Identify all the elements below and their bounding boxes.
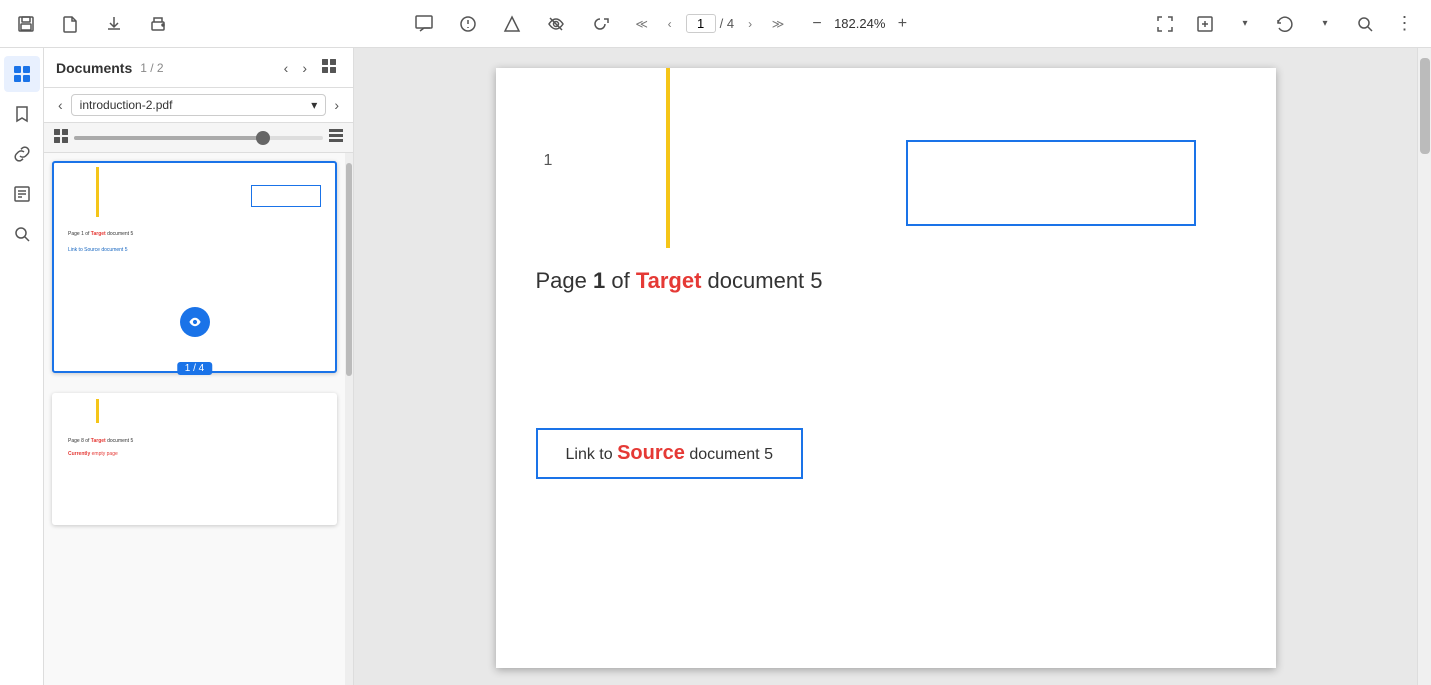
doc-dropdown-arrow: ▾ bbox=[311, 98, 317, 112]
panel-title: Documents bbox=[56, 60, 132, 76]
panel-nav-right[interactable]: › bbox=[298, 58, 311, 78]
thumbnail-item-1[interactable]: Page 1 of Target document 5 Link to Sour… bbox=[52, 161, 337, 373]
blue-border-box bbox=[906, 140, 1196, 226]
panel-header-right: ‹ › bbox=[280, 56, 341, 79]
panel-grid-btn[interactable] bbox=[317, 56, 341, 79]
thumbnail-frame-1: Page 1 of Target document 5 Link to Sour… bbox=[52, 161, 337, 373]
page-number-label: 1 bbox=[544, 152, 553, 170]
page-title: Page 1 of Target document 5 bbox=[536, 268, 823, 294]
panel-scrollbar-thumb bbox=[346, 163, 352, 376]
prev-page-button[interactable]: ‹ bbox=[658, 12, 682, 36]
thumbnails-container: Page 1 of Target document 5 Link to Sour… bbox=[44, 153, 345, 685]
more-icon[interactable]: ⋮ bbox=[1391, 10, 1419, 38]
shape-icon[interactable] bbox=[498, 10, 526, 38]
toolbar-center: ≪ ‹ / 4 › ≫ − 182.24% + bbox=[188, 10, 1135, 38]
first-page-button[interactable]: ≪ bbox=[630, 12, 654, 36]
documents-panel: Documents 1 / 2 ‹ › ‹ intr bbox=[44, 48, 354, 685]
right-scrollbar[interactable] bbox=[1417, 48, 1431, 685]
panel-scrollbar[interactable] bbox=[345, 153, 353, 685]
page-separator: / 4 bbox=[720, 16, 734, 31]
sidebar-icon-bookmark[interactable] bbox=[4, 96, 40, 132]
search-icon[interactable] bbox=[1351, 10, 1379, 38]
sidebar-icon-grid[interactable] bbox=[4, 56, 40, 92]
sidebar-icon-search[interactable] bbox=[4, 216, 40, 252]
panel-header: Documents 1 / 2 ‹ › bbox=[44, 48, 353, 88]
page-title-prefix: Page bbox=[536, 268, 594, 293]
comment-icon[interactable] bbox=[410, 10, 438, 38]
source-link-box[interactable]: Link to Source document 5 bbox=[536, 428, 803, 479]
panel-count: 1 / 2 bbox=[140, 61, 163, 75]
zoom-control: − 182.24% + bbox=[806, 13, 913, 35]
page-navigation: ≪ ‹ / 4 › ≫ bbox=[630, 12, 790, 36]
next-page-button[interactable]: › bbox=[738, 12, 762, 36]
thumbnail-img-2: Page 8 of Target document 5 Currently em… bbox=[58, 399, 331, 519]
save-icon[interactable] bbox=[12, 10, 40, 38]
page-title-num: 1 bbox=[593, 268, 605, 293]
toolbar: ≪ ‹ / 4 › ≫ − 182.24% + ▾ bbox=[0, 0, 1431, 48]
page-number-input[interactable] bbox=[686, 14, 716, 33]
doc-prev-btn[interactable]: ‹ bbox=[54, 95, 67, 115]
thumb-size-slider[interactable] bbox=[74, 136, 323, 140]
right-scrollbar-thumb bbox=[1420, 58, 1430, 154]
page-title-suffix: document 5 bbox=[701, 268, 822, 293]
doc-selector: ‹ introduction-2.pdf ▾ › bbox=[44, 88, 353, 123]
thumb-view-btn[interactable] bbox=[329, 129, 343, 146]
content-area[interactable]: 1 Page 1 of Target document 5 Link to So… bbox=[354, 48, 1417, 685]
chevron-down-undo[interactable]: ▾ bbox=[1311, 10, 1339, 38]
doc-dropdown[interactable]: introduction-2.pdf ▾ bbox=[71, 94, 327, 116]
annotation-icon[interactable] bbox=[454, 10, 482, 38]
sidebar-icons bbox=[0, 48, 44, 685]
target-word: Target bbox=[636, 268, 702, 293]
zoom-out-button[interactable]: − bbox=[806, 13, 828, 35]
toolbar-left bbox=[12, 10, 172, 38]
link-suffix: document 5 bbox=[685, 446, 773, 463]
print-icon[interactable] bbox=[144, 10, 172, 38]
eye-badge bbox=[180, 307, 210, 337]
thumbnail-img-1: Page 1 of Target document 5 Link to Sour… bbox=[58, 167, 331, 367]
last-page-button[interactable]: ≫ bbox=[766, 12, 790, 36]
thumbnail-controls bbox=[44, 123, 353, 153]
undo-icon[interactable] bbox=[1271, 10, 1299, 38]
fit-page-icon[interactable] bbox=[1191, 10, 1219, 38]
zoom-in-button[interactable]: + bbox=[891, 13, 913, 35]
thumbnail-frame-2: Page 8 of Target document 5 Currently em… bbox=[52, 393, 337, 525]
chevron-down-fit[interactable]: ▾ bbox=[1231, 10, 1259, 38]
doc-name: introduction-2.pdf bbox=[80, 98, 173, 112]
thumb-grid-icon[interactable] bbox=[54, 129, 68, 146]
page-title-of: of bbox=[605, 268, 636, 293]
fullscreen-icon[interactable] bbox=[1151, 10, 1179, 38]
link-prefix: Link to bbox=[566, 446, 618, 463]
sidebar-icon-link[interactable] bbox=[4, 136, 40, 172]
thumbnail-item-2[interactable]: Page 8 of Target document 5 Currently em… bbox=[52, 393, 337, 525]
source-word: Source bbox=[617, 442, 685, 464]
hide-icon[interactable] bbox=[542, 10, 570, 38]
file-icon[interactable] bbox=[56, 10, 84, 38]
panel-nav-left[interactable]: ‹ bbox=[280, 58, 293, 78]
rotate-icon[interactable] bbox=[586, 10, 614, 38]
sidebar-icon-note[interactable] bbox=[4, 176, 40, 212]
doc-next-btn[interactable]: › bbox=[330, 95, 343, 115]
pdf-page: 1 Page 1 of Target document 5 Link to So… bbox=[496, 68, 1276, 668]
yellow-vertical-line bbox=[666, 68, 670, 248]
page-badge-1: 1 / 4 bbox=[177, 362, 212, 375]
toolbar-right: ▾ ▾ ⋮ bbox=[1151, 10, 1419, 38]
main-layout: Documents 1 / 2 ‹ › ‹ intr bbox=[0, 48, 1431, 685]
zoom-level: 182.24% bbox=[834, 16, 885, 31]
download-icon[interactable] bbox=[100, 10, 128, 38]
